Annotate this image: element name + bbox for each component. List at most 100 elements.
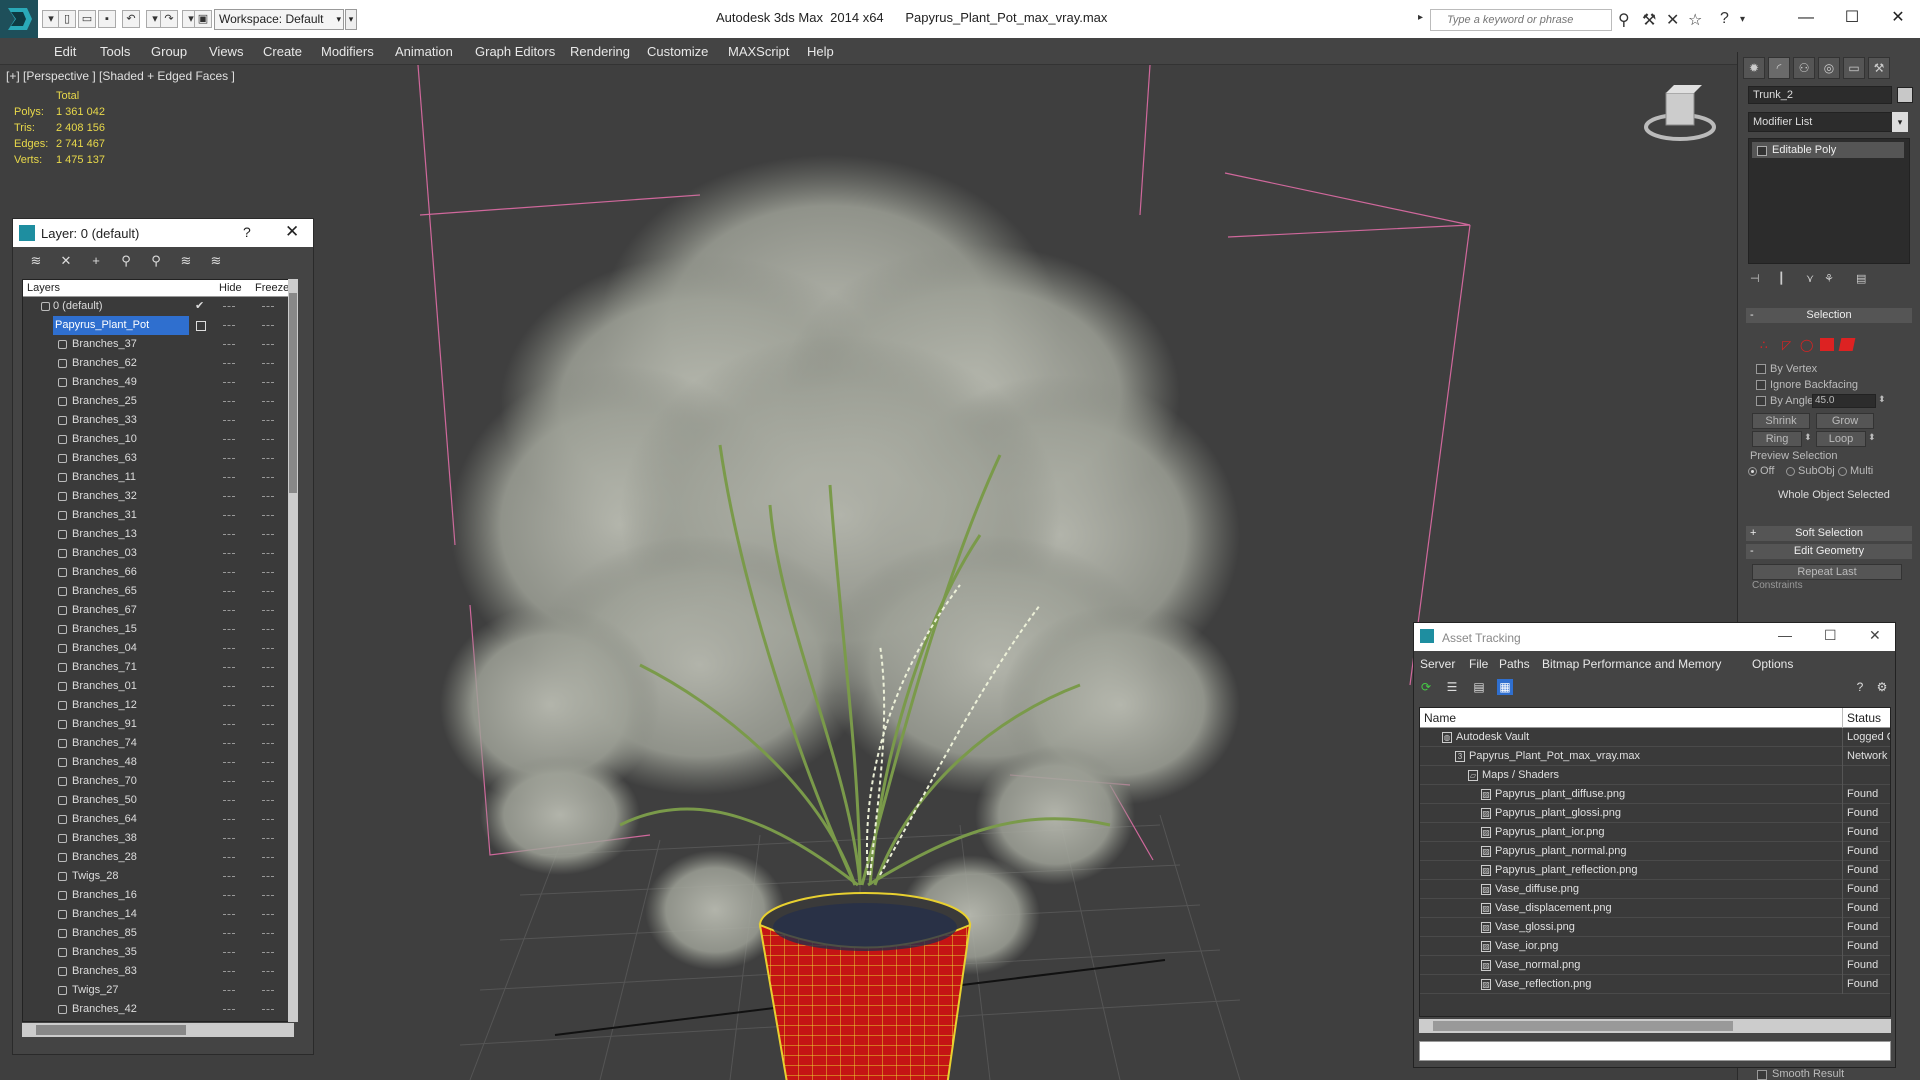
save-file-icon[interactable]: ▪ [98,10,116,28]
menu-server[interactable]: Server [1420,657,1455,671]
hide-toggle[interactable] [223,401,235,402]
help-icon[interactable]: ? [243,224,251,240]
edit-geometry-rollout-header[interactable]: - Edit Geometry [1746,544,1912,559]
layer-list-horizontal-scrollbar[interactable] [22,1023,294,1037]
configure-sets-icon[interactable]: ▤ [1856,272,1866,285]
asset-row[interactable]: ▨ Vase_reflection.png Found [1420,975,1890,994]
modify-tab-icon[interactable]: ◜ [1768,57,1790,79]
refresh-icon[interactable]: ⟳ [1418,679,1434,695]
layer-row-default[interactable]: 0 (default) ✔ [23,297,285,316]
app-logo[interactable] [0,0,38,38]
open-file-icon[interactable]: ▭ [78,10,96,28]
close-icon[interactable]: ✕ [1878,4,1918,32]
hide-toggle[interactable] [223,990,235,991]
hide-toggle[interactable] [223,952,235,953]
hide-toggle[interactable] [223,724,235,725]
hide-toggle[interactable] [223,439,235,440]
ring-spinner-icon[interactable]: ⬍ [1804,432,1812,443]
freeze-toggle[interactable] [262,857,274,858]
layer-object-row[interactable]: Branches_28 [23,848,285,867]
select-objects-icon[interactable]: ⚲ [117,253,135,269]
table-view-icon[interactable]: ▦ [1497,679,1513,695]
menu-rendering[interactable]: Rendering [570,44,630,59]
hide-toggle[interactable] [223,1009,235,1010]
polygon-mode-icon[interactable] [1820,338,1834,351]
subscription-icon[interactable]: ⚒ [1642,10,1656,30]
binoculars-icon[interactable]: ⚲ [1618,10,1630,30]
grow-button[interactable]: Grow [1816,413,1874,429]
selection-rollout-header[interactable]: - Selection [1746,308,1912,323]
create-tab-icon[interactable]: ✹ [1743,57,1765,79]
hide-toggle[interactable] [223,914,235,915]
show-end-result-icon[interactable]: ┃ [1778,272,1785,285]
freeze-toggle[interactable] [262,496,274,497]
undo-icon[interactable]: ↶ [122,10,140,28]
asset-row[interactable]: ▨ Papyrus_plant_diffuse.png Found [1420,785,1890,804]
layer-object-row[interactable]: Branches_25 [23,392,285,411]
object-color-swatch[interactable] [1897,87,1913,103]
layer-manager-titlebar[interactable]: Layer: 0 (default) ? ✕ [13,219,313,247]
layer-object-row[interactable]: Branches_67 [23,601,285,620]
hide-toggle[interactable] [223,800,235,801]
hide-toggle[interactable] [223,838,235,839]
layer-object-row[interactable]: Branches_85 [23,924,285,943]
freeze-toggle[interactable] [262,382,274,383]
layer-object-row[interactable]: Twigs_27 [23,981,285,1000]
freeze-toggle[interactable] [262,325,274,326]
hide-toggle[interactable] [223,382,235,383]
layer-list-vertical-scrollbar[interactable] [288,279,298,1022]
highlight-layer-icon[interactable]: ⚲ [147,253,165,269]
hide-toggle[interactable] [223,895,235,896]
close-icon[interactable]: ✕ [285,222,299,242]
layer-object-row[interactable]: Branches_10 [23,430,285,449]
freeze-toggle[interactable] [262,990,274,991]
object-name-field[interactable]: Trunk_2 [1748,86,1892,104]
border-mode-icon[interactable]: ◯ [1800,338,1814,352]
layer-object-row[interactable]: Branches_71 [23,658,285,677]
freeze-toggle[interactable] [262,952,274,953]
menu-group[interactable]: Group [151,44,187,59]
layer-object-row[interactable]: Branches_12 [23,696,285,715]
motion-tab-icon[interactable]: ◎ [1818,57,1840,79]
layer-object-row[interactable]: Branches_66 [23,563,285,582]
help-icon[interactable]: ? [1720,10,1729,28]
freeze-toggle[interactable] [262,971,274,972]
asset-row[interactable]: ▨ Vase_diffuse.png Found [1420,880,1890,899]
new-file-icon[interactable]: ▯ [58,10,76,28]
freeze-toggle[interactable] [262,800,274,801]
close-icon[interactable]: ✕ [1869,627,1881,644]
asset-row[interactable]: ◍ Autodesk Vault Logged O [1420,728,1890,747]
column-layers[interactable]: Layers [27,282,60,294]
layer-object-row[interactable]: Branches_38 [23,829,285,848]
maximize-icon[interactable]: ☐ [1824,627,1837,644]
layer-object-row[interactable]: Branches_70 [23,772,285,791]
menu-graph-editors[interactable]: Graph Editors [475,44,555,59]
favorites-star-icon[interactable]: ☆ [1688,10,1702,30]
freeze-toggle[interactable] [262,401,274,402]
freeze-toggle[interactable] [262,648,274,649]
hide-toggle[interactable] [223,515,235,516]
maximize-icon[interactable]: ☐ [1832,4,1872,32]
hide-toggle[interactable] [223,781,235,782]
scrollbar-thumb[interactable] [36,1025,186,1035]
set-current-checkbox[interactable] [196,321,206,331]
layer-list[interactable]: Layers Hide Freeze 0 (default) ✔ Papyrus… [22,279,294,1022]
element-mode-icon[interactable] [1838,338,1856,351]
layer-object-row[interactable]: Branches_63 [23,449,285,468]
freeze-toggle[interactable] [262,477,274,478]
hide-toggle[interactable] [223,610,235,611]
repeat-last-button[interactable]: Repeat Last [1752,564,1902,580]
spinner-arrows-icon[interactable]: ⬍ [1878,394,1886,405]
create-layer-icon[interactable]: ≋ [27,253,45,269]
search-box[interactable] [1430,9,1612,31]
freeze-toggle[interactable] [262,838,274,839]
freeze-toggle[interactable] [262,914,274,915]
delete-layer-icon[interactable]: ✕ [57,253,75,269]
hide-toggle[interactable] [223,857,235,858]
freeze-toggle[interactable] [262,876,274,877]
layer-object-row[interactable]: Branches_91 [23,715,285,734]
layer-object-row[interactable]: Branches_48 [23,753,285,772]
freeze-toggle[interactable] [262,610,274,611]
redo-icon[interactable]: ↷ [160,10,178,28]
help-dropdown-icon[interactable]: ▾ [1740,14,1745,25]
